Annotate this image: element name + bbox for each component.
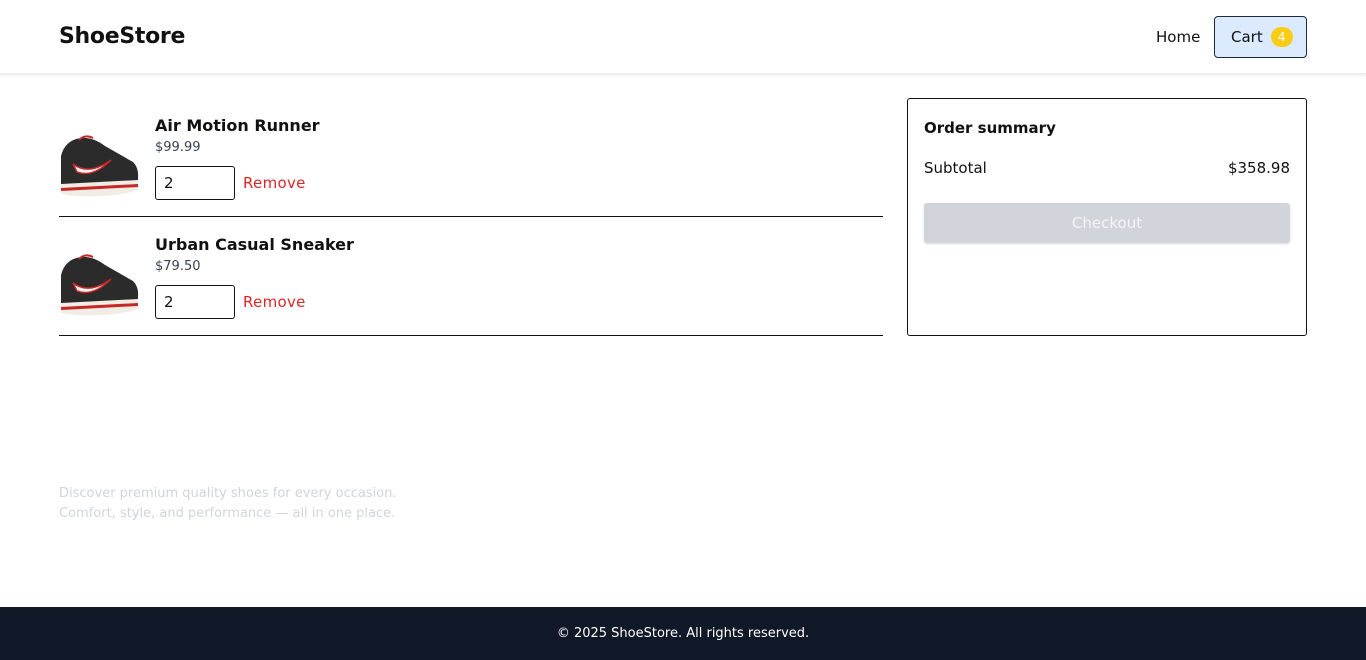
remove-button[interactable]: Remove (243, 293, 306, 311)
subtotal-label: Subtotal (924, 159, 987, 177)
order-summary-panel: Order summary Subtotal $358.98 Checkout (907, 98, 1307, 336)
sneaker-image (61, 254, 139, 316)
item-price: $99.99 (155, 140, 201, 155)
brand-logo[interactable]: ShoeStore (59, 24, 185, 49)
item-price: $79.50 (155, 259, 201, 274)
site-footer: © 2025 ShoeStore. All rights reserved. (0, 607, 1366, 660)
footer-tagline: Discover premium quality shoes for every… (59, 486, 397, 521)
quantity-input[interactable] (155, 285, 235, 319)
quantity-input[interactable] (155, 166, 235, 200)
order-summary-title: Order summary (924, 119, 1056, 137)
cart-count-badge: 4 (1270, 27, 1293, 47)
site-header: ShoeStore Home Cart 4 (0, 0, 1366, 74)
page: ShoeStore Home Cart 4 Air Motion Runner … (0, 0, 1366, 660)
checkout-button[interactable]: Checkout (924, 203, 1290, 243)
subtotal-value: $358.98 (1227, 159, 1290, 177)
nav-cart-button[interactable]: Cart 4 (1214, 16, 1307, 58)
cart-label: Cart (1231, 28, 1263, 46)
item-name: Urban Casual Sneaker (155, 235, 354, 254)
item-name: Air Motion Runner (155, 116, 320, 135)
cart-item: Air Motion Runner $99.99 Remove (59, 98, 883, 217)
nav-home-link[interactable]: Home (1156, 28, 1200, 46)
cart-item: Urban Casual Sneaker $79.50 Remove (59, 217, 883, 336)
copyright-text: © 2025 ShoeStore. All rights reserved. (556, 626, 810, 641)
remove-button[interactable]: Remove (243, 174, 306, 192)
cart-item-list: Air Motion Runner $99.99 Remove Urban Ca… (59, 98, 883, 336)
sneaker-image (61, 135, 139, 197)
